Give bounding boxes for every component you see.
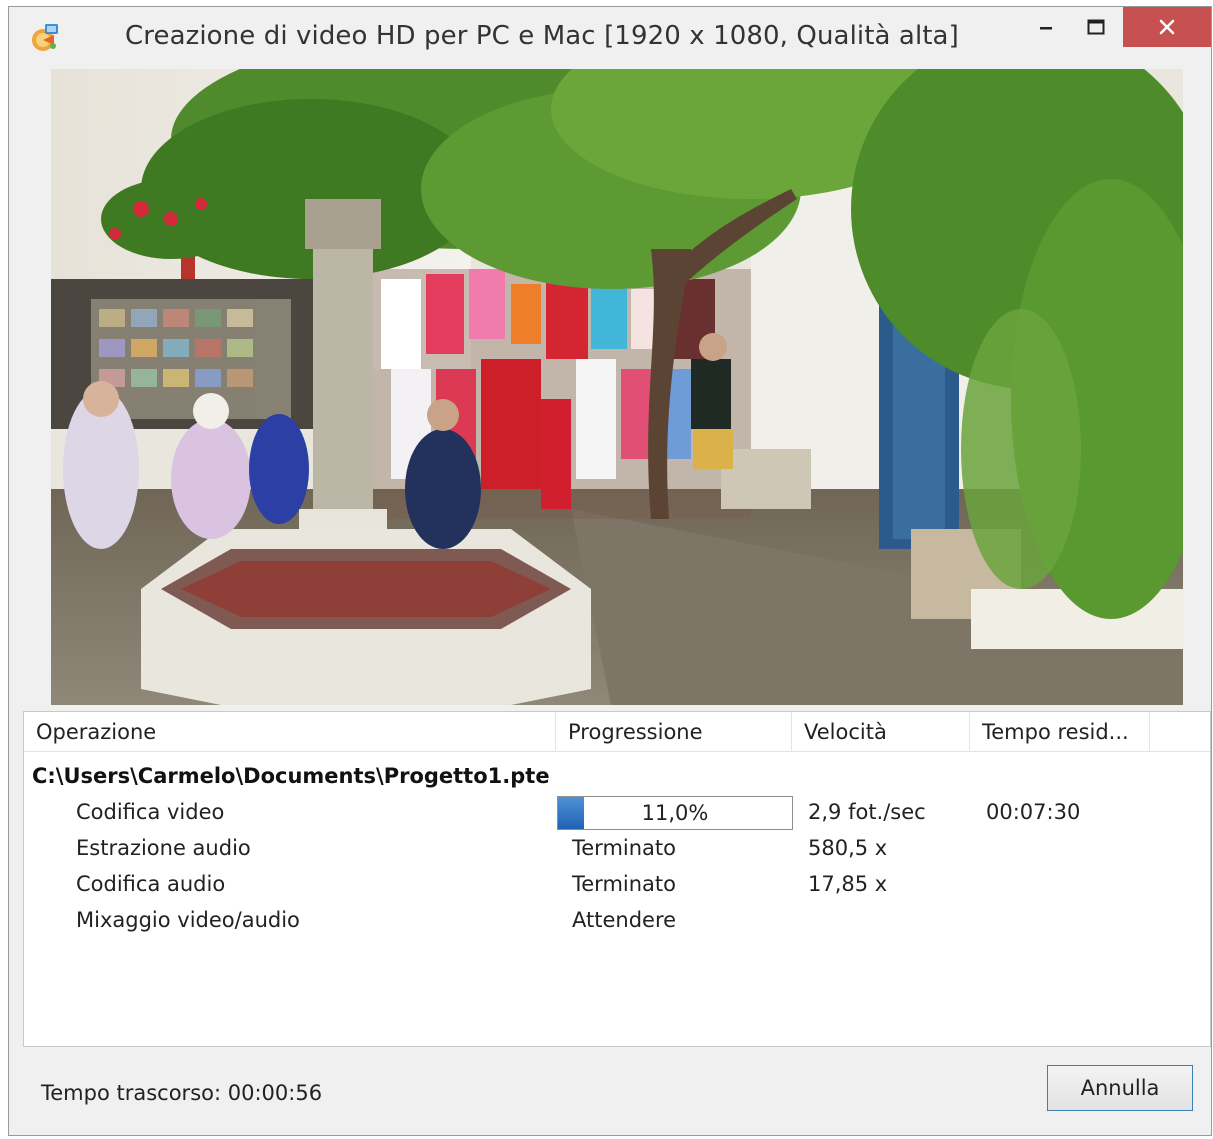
row-operation: Codifica audio <box>76 872 226 896</box>
row-speed: 580,5 x <box>808 836 888 860</box>
operations-table: Operazione Progressione Velocità Tempo r… <box>23 711 1211 1047</box>
row-operation: Mixaggio video/audio <box>76 908 300 932</box>
encoding-progress-bar: 11,0% <box>557 796 793 830</box>
column-speed[interactable]: Velocità <box>792 712 970 752</box>
app-icon <box>32 24 58 51</box>
cancel-button[interactable]: Annulla <box>1047 1065 1193 1111</box>
table-header: Operazione Progressione Velocità Tempo r… <box>24 712 1210 752</box>
row-operation: Estrazione audio <box>76 836 251 860</box>
close-icon <box>1159 19 1175 35</box>
minimize-icon <box>1040 27 1052 30</box>
maximize-button[interactable] <box>1073 7 1119 47</box>
elapsed-time: Tempo trascorso: 00:00:56 <box>41 1081 323 1105</box>
row-speed: 17,85 x <box>808 872 888 896</box>
row-speed: 2,9 fot./sec <box>808 800 926 824</box>
minimize-button[interactable] <box>1023 7 1069 47</box>
close-button[interactable] <box>1123 7 1211 47</box>
project-path: C:\Users\Carmelo\Documents\Progetto1.pte <box>32 764 550 788</box>
progress-percent: 11,0% <box>641 801 709 825</box>
window-title: Creazione di video HD per PC e Mac [1920… <box>125 21 959 51</box>
row-remaining: 00:07:30 <box>986 800 1081 824</box>
maximize-icon <box>1087 19 1105 35</box>
column-operation[interactable]: Operazione <box>24 712 556 752</box>
row-progress: Attendere <box>572 908 677 932</box>
row-operation: Codifica video <box>76 800 225 824</box>
row-progress: Terminato <box>572 872 676 896</box>
courtyard-photo <box>51 69 1183 705</box>
render-dialog: Creazione di video HD per PC e Mac [1920… <box>8 6 1212 1136</box>
preview-image <box>51 69 1183 705</box>
title-bar[interactable]: Creazione di video HD per PC e Mac [1920… <box>9 7 1211 69</box>
row-progress: Terminato <box>572 836 676 860</box>
column-remaining[interactable]: Tempo resid... <box>970 712 1150 752</box>
column-progress[interactable]: Progressione <box>556 712 792 752</box>
